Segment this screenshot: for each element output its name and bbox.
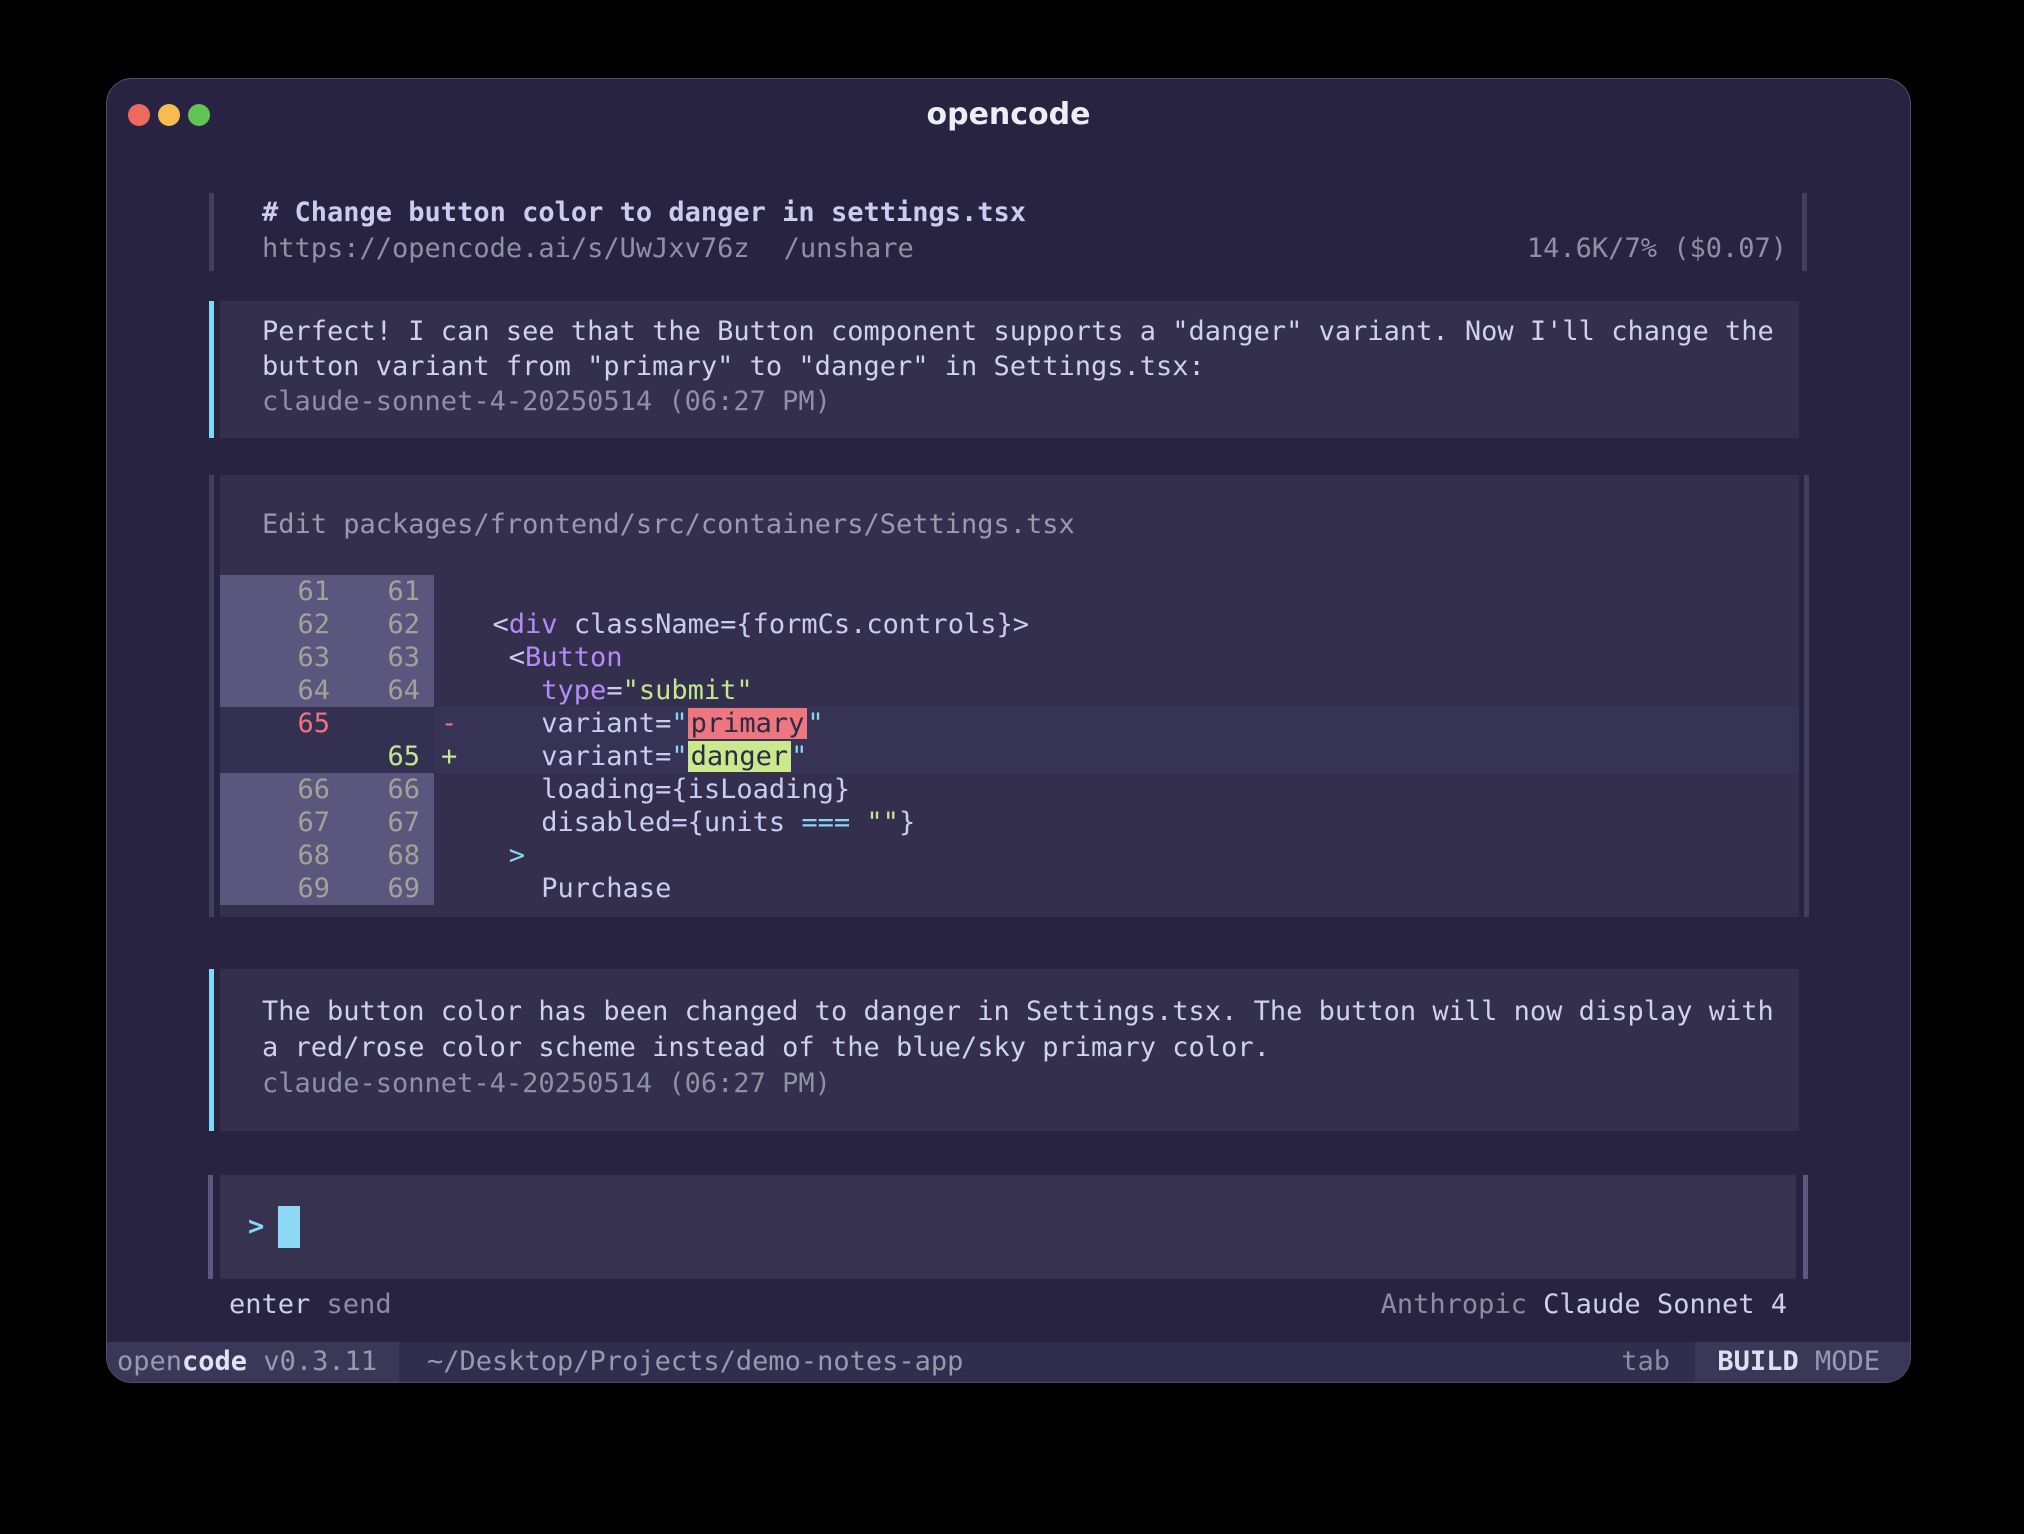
diff-code-line: > bbox=[460, 839, 1799, 872]
session-subline: https://opencode.ai/s/UwJxv76z/unshare bbox=[262, 231, 914, 267]
message-accent-border bbox=[209, 301, 214, 438]
model-provider: Anthropic bbox=[1381, 1289, 1544, 1320]
diff-code-line: variant="danger" bbox=[460, 740, 1799, 773]
diff-new-line-number: 69 bbox=[330, 872, 434, 905]
brand-suffix: code bbox=[182, 1346, 247, 1377]
message-text: Perfect! I can see that the Button compo… bbox=[262, 314, 1799, 384]
diff-code-line: Purchase bbox=[460, 872, 1799, 905]
diff-row: 6363 <Button bbox=[220, 641, 1799, 674]
diff-code-line: variant="primary" bbox=[460, 707, 1799, 740]
diff-change-marker bbox=[434, 641, 460, 674]
diff-code-line: loading={isLoading} bbox=[460, 773, 1799, 806]
session-header: # Change button color to danger in setti… bbox=[107, 193, 1910, 271]
enter-action-label: send bbox=[310, 1289, 391, 1320]
diff-old-line-number: 64 bbox=[220, 674, 330, 707]
diff-change-marker bbox=[434, 806, 460, 839]
diff-new-line-number: 61 bbox=[330, 575, 434, 608]
edit-file-path: Edit packages/frontend/src/containers/Se… bbox=[262, 507, 1075, 543]
diff-rows: 61616262 <div className={formCs.controls… bbox=[220, 575, 1799, 905]
diff-old-line-number: 67 bbox=[220, 806, 330, 839]
diff-change-marker: + bbox=[434, 740, 460, 773]
context-usage-stats: 14.6K/7% ($0.07) bbox=[1527, 231, 1787, 267]
assistant-message: Perfect! I can see that the Button compo… bbox=[220, 301, 1799, 438]
edit-right-border bbox=[1804, 475, 1809, 917]
share-url[interactable]: https://opencode.ai/s/UwJxv76z bbox=[262, 233, 750, 264]
diff-row: 65 - variant="primary" bbox=[220, 707, 1799, 740]
model-name: Claude Sonnet 4 bbox=[1543, 1289, 1787, 1320]
mode-primary: BUILD bbox=[1717, 1346, 1798, 1377]
diff-code-line bbox=[460, 575, 1799, 608]
prompt-line: > bbox=[248, 1205, 300, 1249]
opencode-window: opencode # Change button color to danger… bbox=[106, 78, 1911, 1383]
diff-old-line-number: 61 bbox=[220, 575, 330, 608]
diff-code-line: disabled={units === ""} bbox=[460, 806, 1799, 839]
prompt-right-border bbox=[1803, 1175, 1808, 1279]
diff-new-line-number: 65 bbox=[330, 740, 434, 773]
diff-new-line-number: 64 bbox=[330, 674, 434, 707]
diff-change-marker: - bbox=[434, 707, 460, 740]
header-left-border bbox=[209, 193, 214, 271]
diff-change-marker bbox=[434, 773, 460, 806]
session-title: # Change button color to danger in setti… bbox=[262, 195, 1026, 231]
edit-tool-block: Edit packages/frontend/src/containers/Se… bbox=[220, 475, 1799, 917]
edit-left-border bbox=[209, 475, 214, 917]
diff-old-line-number: 66 bbox=[220, 773, 330, 806]
diff-row: 6969 Purchase bbox=[220, 872, 1799, 905]
prompt-input[interactable]: > bbox=[220, 1175, 1796, 1279]
diff-row: 6666 loading={isLoading} bbox=[220, 773, 1799, 806]
diff-row: 65+ variant="danger" bbox=[220, 740, 1799, 773]
assistant-message: The button color has been changed to dan… bbox=[220, 969, 1799, 1131]
header-right-border bbox=[1802, 193, 1807, 271]
status-bar: opencode v0.3.11 ~/Desktop/Projects/demo… bbox=[107, 1342, 1910, 1382]
diff-row: 6161 bbox=[220, 575, 1799, 608]
tab-key-hint[interactable]: tab bbox=[1621, 1342, 1670, 1382]
diff-old-line-number: 63 bbox=[220, 641, 330, 674]
diff-old-line-number bbox=[220, 740, 330, 773]
diff-new-line-number: 66 bbox=[330, 773, 434, 806]
brand-prefix: open bbox=[117, 1346, 182, 1377]
enter-key-label: enter bbox=[229, 1289, 310, 1320]
mode-secondary: MODE bbox=[1799, 1346, 1880, 1377]
mode-toggle[interactable]: BUILD MODE bbox=[1695, 1342, 1910, 1382]
diff-change-marker bbox=[434, 872, 460, 905]
diff-row: 6767 disabled={units === ""} bbox=[220, 806, 1799, 839]
diff-old-line-number: 69 bbox=[220, 872, 330, 905]
diff-row: 6464 type="submit" bbox=[220, 674, 1799, 707]
diff-new-line-number bbox=[330, 707, 434, 740]
diff-new-line-number: 62 bbox=[330, 608, 434, 641]
app-version: v0.3.11 bbox=[247, 1346, 377, 1377]
diff-old-line-number: 65 bbox=[220, 707, 330, 740]
enter-hint: enter send bbox=[229, 1289, 392, 1321]
message-meta: claude-sonnet-4-20250514 (06:27 PM) bbox=[262, 384, 1799, 419]
diff-code-line: <div className={formCs.controls}> bbox=[460, 608, 1799, 641]
diff-code-line: <Button bbox=[460, 641, 1799, 674]
unshare-command[interactable]: /unshare bbox=[784, 233, 914, 264]
diff-row: 6262 <div className={formCs.controls}> bbox=[220, 608, 1799, 641]
message-meta: claude-sonnet-4-20250514 (06:27 PM) bbox=[262, 1066, 1799, 1102]
diff-new-line-number: 67 bbox=[330, 806, 434, 839]
diff-change-marker bbox=[434, 674, 460, 707]
diff-new-line-number: 68 bbox=[330, 839, 434, 872]
diff-change-marker bbox=[434, 575, 460, 608]
diff-row: 6868 > bbox=[220, 839, 1799, 872]
window-title: opencode bbox=[107, 97, 1910, 132]
diff-code-line: type="submit" bbox=[460, 674, 1799, 707]
message-accent-border bbox=[209, 969, 214, 1131]
text-cursor bbox=[278, 1206, 300, 1248]
diff-change-marker bbox=[434, 608, 460, 641]
message-text: The button color has been changed to dan… bbox=[262, 994, 1799, 1066]
diff-change-marker bbox=[434, 839, 460, 872]
prompt-left-border bbox=[208, 1175, 213, 1279]
diff-new-line-number: 63 bbox=[330, 641, 434, 674]
working-directory: ~/Desktop/Projects/demo-notes-app bbox=[427, 1342, 963, 1382]
app-version-badge: opencode v0.3.11 bbox=[107, 1342, 399, 1382]
model-indicator: Anthropic Claude Sonnet 4 bbox=[1381, 1289, 1787, 1321]
prompt-symbol: > bbox=[248, 1205, 264, 1249]
diff-old-line-number: 68 bbox=[220, 839, 330, 872]
diff-old-line-number: 62 bbox=[220, 608, 330, 641]
